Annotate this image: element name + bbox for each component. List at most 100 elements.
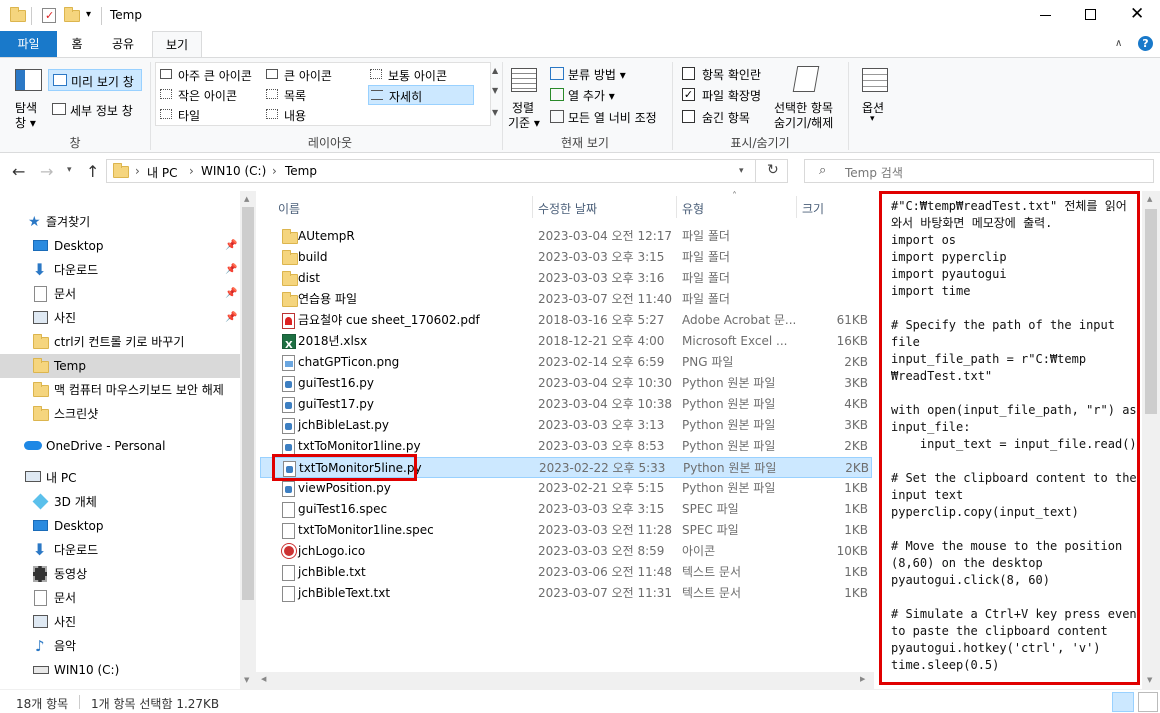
tab-file[interactable]: 파일 (0, 31, 57, 57)
table-row[interactable]: 2018년.xlsx 2018-12-21 오후 4:00 Microsoft Ex… (260, 331, 872, 356)
nav-folder-mac[interactable]: 맥 컴퓨터 마우스키보드 보안 해제 (0, 378, 240, 402)
breadcrumb-drive[interactable]: WIN10 (C:) (201, 164, 266, 178)
table-row[interactable]: AUtempR 2023-03-04 오전 12:17 파일 폴더 (260, 226, 872, 247)
gallery-scroll-down-icon[interactable]: ▼ (492, 86, 498, 95)
nav-quick-access[interactable]: ★ 즐겨찾기 (0, 210, 240, 234)
nav-folder-ctrl[interactable]: ctrl키 컨트롤 키로 바꾸기 (0, 330, 240, 354)
item-checkboxes-checkbox[interactable] (682, 67, 695, 80)
breadcrumb-temp[interactable]: Temp (285, 164, 317, 178)
size-all-columns-button[interactable]: 모든 열 너비 조정 (548, 107, 668, 127)
scroll-up-icon[interactable]: ▲ (244, 195, 249, 203)
nav-folder-screenshots[interactable]: 스크린샷 (0, 402, 240, 426)
scroll-up-icon[interactable]: ▲ (1147, 195, 1152, 203)
pin-icon[interactable]: 📌 (225, 282, 237, 306)
breadcrumb-this-pc[interactable]: 내 PC (147, 164, 177, 181)
search-input[interactable]: Temp 검색 (845, 164, 903, 181)
search-box[interactable]: ⌕ Temp 검색 (804, 159, 1154, 183)
address-dropdown-icon[interactable]: ▾ (739, 166, 744, 176)
table-row[interactable]: 연습용 파일 2023-03-07 오전 11:40 파일 폴더 (260, 289, 872, 310)
nav-scrollbar[interactable]: ▲ ▼ (240, 191, 256, 689)
item-checkboxes-toggle[interactable]: 항목 확인란 (680, 64, 790, 84)
tab-home[interactable]: 홈 (60, 31, 94, 57)
layout-extra-large-icons[interactable]: 아주 큰 아이콘 (158, 65, 262, 84)
table-row[interactable]: jchBible.txt 2023-03-06 오전 11:48 텍스트 문서 1KB (260, 562, 872, 583)
scroll-down-icon[interactable]: ▼ (1147, 676, 1152, 684)
options-dropdown-icon[interactable]: ▾ (870, 114, 875, 124)
maximize-icon[interactable] (1085, 9, 1096, 20)
table-row[interactable]: guiTest16.py 2023-03-04 오후 10:30 Python 원본… (260, 373, 872, 394)
nav-desktop[interactable]: Desktop 📌 (0, 234, 240, 258)
table-row[interactable]: 금요철야 cue sheet_170602.pdf 2018-03-16 오후 5… (260, 310, 872, 331)
add-columns-button[interactable]: 열 추가 ▾ (548, 85, 658, 105)
nav-onedrive[interactable]: OneDrive - Personal (0, 434, 240, 458)
group-by-button[interactable]: 분류 방법 ▾ (548, 64, 658, 84)
preview-scrollbar[interactable]: ▲ ▼ (1142, 191, 1160, 689)
address-bar[interactable]: › 내 PC › WIN10 (C:) › Temp ▾ ↻ (106, 159, 788, 183)
nav-documents[interactable]: 문서 📌 (0, 282, 240, 306)
nav-pc-pictures[interactable]: 사진 (0, 610, 240, 634)
table-row[interactable]: chatGPTicon.png 2023-02-14 오후 6:59 PNG 파일 2… (260, 352, 872, 373)
properties-icon[interactable]: ✓ (42, 8, 56, 23)
layout-content[interactable]: 내용 (264, 105, 368, 124)
nav-downloads[interactable]: ⬇ 다운로드 📌 (0, 258, 240, 282)
scroll-thumb[interactable] (1145, 209, 1157, 414)
back-arrow-icon[interactable]: ← (12, 162, 25, 181)
nav-pane-label-2[interactable]: 창 ▾ (15, 114, 36, 131)
gallery-scroll-up-icon[interactable]: ▲ (492, 66, 498, 75)
nav-music[interactable]: ♪ 음악 (0, 634, 240, 658)
table-row[interactable]: build 2023-03-03 오후 3:15 파일 폴더 (260, 247, 872, 268)
scroll-down-icon[interactable]: ▼ (244, 676, 249, 684)
up-arrow-icon[interactable]: ↑ (86, 162, 99, 181)
recent-locations-icon[interactable]: ▾ (67, 165, 72, 175)
scroll-right-icon[interactable]: ▶ (860, 675, 865, 683)
table-row[interactable]: jchLogo.ico 2023-03-03 오전 8:59 아이콘 10KB (260, 541, 872, 562)
table-row[interactable]: guiTest17.py 2023-03-04 오후 10:38 Python 원본… (260, 394, 872, 415)
table-row[interactable]: txtToMonitor1line.spec 2023-03-03 오전 11:2… (260, 520, 872, 541)
large-icons-view-icon[interactable] (1138, 692, 1158, 712)
nav-this-pc[interactable]: 내 PC (0, 466, 240, 490)
nav-pictures[interactable]: 사진 📌 (0, 306, 240, 330)
column-header-type[interactable]: 유형 (682, 200, 704, 217)
pin-icon[interactable]: 📌 (225, 306, 237, 330)
nav-videos[interactable]: 동영상 (0, 562, 240, 586)
details-view-icon[interactable] (1112, 692, 1134, 712)
layout-large-icons[interactable]: 큰 아이콘 (264, 65, 368, 84)
tab-view[interactable]: 보기 (152, 31, 202, 58)
chevron-up-icon[interactable]: ∧ (1115, 38, 1122, 49)
minimize-icon[interactable] (1040, 15, 1051, 16)
layout-tiles[interactable]: 타일 (158, 105, 262, 124)
table-row[interactable]: jchBibleText.txt 2023-03-07 오전 11:31 텍스트 문… (260, 583, 872, 604)
column-header-name[interactable]: 이름 (278, 200, 300, 217)
column-header-size[interactable]: 크기 (802, 200, 824, 217)
preview-pane-button[interactable]: 미리 보기 창 (48, 69, 142, 91)
customize-toolbar-icon[interactable]: ▾ (86, 9, 91, 20)
pin-icon[interactable]: 📌 (225, 258, 237, 282)
details-pane-button[interactable]: 세부 정보 창 (48, 99, 142, 121)
column-header-date[interactable]: 수정한 날짜 (538, 200, 597, 217)
help-icon[interactable]: ? (1138, 36, 1153, 51)
scroll-thumb[interactable] (242, 207, 254, 600)
layout-details[interactable]: 자세히 (368, 85, 474, 105)
close-icon[interactable]: ✕ (1130, 3, 1144, 25)
nav-3d-objects[interactable]: 3D 개체 (0, 490, 240, 514)
scroll-left-icon[interactable]: ◀ (261, 675, 266, 683)
table-row[interactable]: guiTest16.spec 2023-03-03 오후 3:15 SPEC 파일 1… (260, 499, 872, 520)
nav-pc-documents[interactable]: 문서 (0, 586, 240, 610)
pin-icon[interactable]: 📌 (225, 234, 237, 258)
new-folder-icon[interactable] (64, 7, 80, 22)
table-row[interactable]: viewPosition.py 2023-02-21 오후 5:15 Python … (260, 478, 872, 499)
refresh-icon[interactable]: ↻ (767, 162, 779, 178)
layout-small-icons[interactable]: 작은 아이콘 (158, 85, 262, 104)
layout-medium-icons[interactable]: 보통 아이콘 (368, 65, 472, 84)
nav-folder-temp[interactable]: Temp (0, 354, 240, 378)
hide-selected-label-2[interactable]: 숨기기/해제 (774, 114, 833, 131)
horizontal-scrollbar[interactable]: ◀ ▶ (256, 672, 874, 689)
gallery-more-icon[interactable]: ▼ (492, 108, 498, 117)
nav-pc-downloads[interactable]: ⬇ 다운로드 (0, 538, 240, 562)
forward-arrow-icon[interactable]: → (40, 162, 53, 181)
hidden-items-checkbox[interactable] (682, 110, 695, 123)
layout-list[interactable]: 목록 (264, 85, 368, 104)
table-row[interactable]: jchBibleLast.py 2023-03-03 오후 3:13 Python … (260, 415, 872, 436)
table-row[interactable]: dist 2023-03-03 오후 3:16 파일 폴더 (260, 268, 872, 289)
file-extensions-checkbox[interactable]: ✓ (682, 88, 695, 101)
